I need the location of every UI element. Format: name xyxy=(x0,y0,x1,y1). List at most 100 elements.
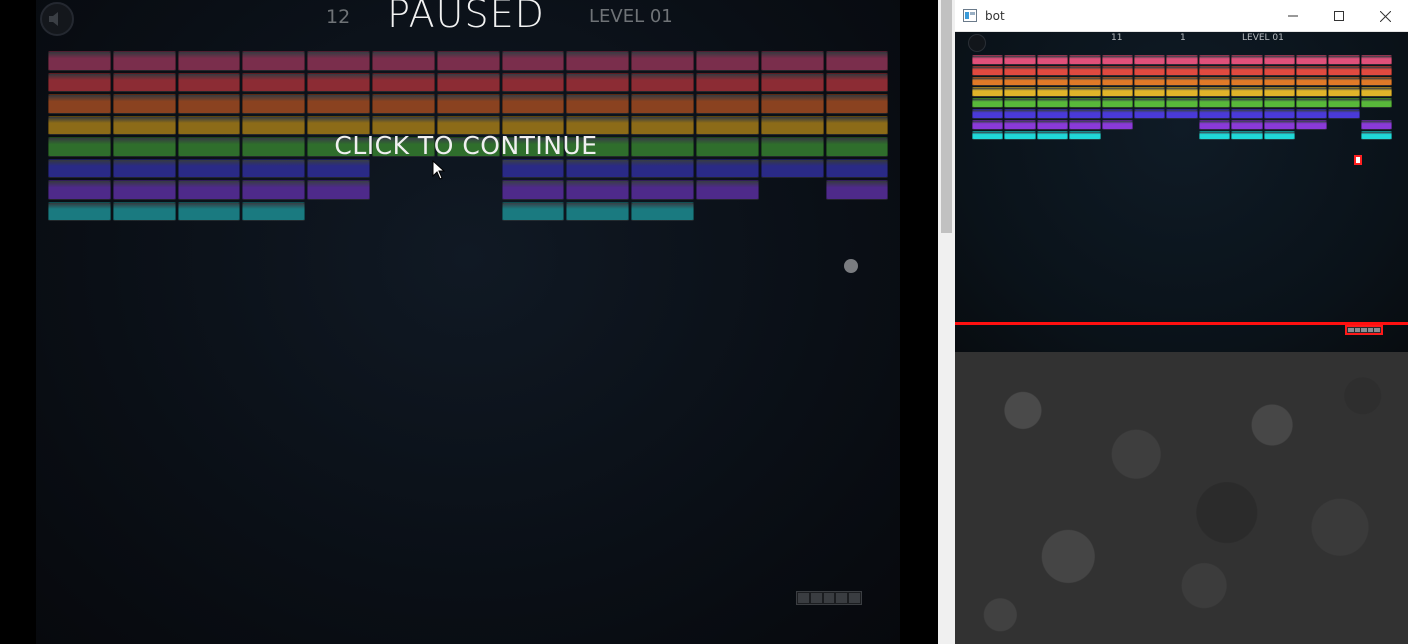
brick xyxy=(1069,65,1101,76)
brick xyxy=(972,65,1004,76)
brick xyxy=(1360,65,1393,76)
brick xyxy=(1231,55,1263,65)
brick xyxy=(501,72,565,92)
brick xyxy=(1069,98,1101,108)
brick xyxy=(631,115,694,135)
brick xyxy=(696,115,759,135)
detected-ball-box xyxy=(1354,155,1362,165)
window-title: bot xyxy=(985,9,1005,23)
brick xyxy=(436,94,500,114)
brick xyxy=(1069,119,1101,130)
brick xyxy=(48,94,111,114)
paddle-segment xyxy=(810,593,822,603)
app-window-icon xyxy=(963,9,977,22)
brick xyxy=(696,137,759,157)
brick xyxy=(631,72,694,92)
brick xyxy=(112,94,176,114)
brick xyxy=(760,137,824,157)
detection-line xyxy=(955,322,1408,325)
brick xyxy=(972,119,1004,130)
brick xyxy=(760,94,824,114)
brick xyxy=(696,180,759,200)
brick xyxy=(1036,87,1069,98)
brick xyxy=(1166,55,1198,65)
brick xyxy=(1263,76,1295,87)
brick xyxy=(760,158,824,178)
brick xyxy=(242,94,306,114)
brick xyxy=(1360,130,1393,141)
brick xyxy=(760,72,824,92)
brick xyxy=(242,72,306,92)
brick xyxy=(1134,98,1166,108)
brick xyxy=(1328,55,1360,65)
main-game-canvas[interactable]: 12 PAUSED LEVEL 01 CLICK TO CONTINUE xyxy=(36,0,900,644)
click-to-continue-prompt[interactable]: CLICK TO CONTINUE xyxy=(316,131,616,160)
brick xyxy=(1101,109,1133,119)
brick xyxy=(631,180,694,200)
close-icon xyxy=(1379,10,1391,22)
brick xyxy=(1296,55,1328,65)
paddle[interactable] xyxy=(796,591,862,605)
brick xyxy=(1360,76,1393,87)
brick xyxy=(372,72,435,92)
brick xyxy=(177,72,241,92)
paddle-segment xyxy=(1374,328,1380,332)
brick xyxy=(307,158,370,178)
brick xyxy=(696,94,759,114)
brick xyxy=(1101,98,1133,108)
brick xyxy=(825,180,889,200)
brick xyxy=(112,51,176,71)
minimize-button[interactable] xyxy=(1270,0,1316,32)
brick xyxy=(1004,119,1036,130)
brick xyxy=(436,72,500,92)
brick xyxy=(972,76,1004,87)
brick xyxy=(1036,55,1069,65)
brick xyxy=(825,94,889,114)
brick xyxy=(48,115,111,135)
brick xyxy=(972,55,1004,65)
brick xyxy=(242,201,306,221)
brick xyxy=(1166,109,1198,119)
close-button[interactable] xyxy=(1362,0,1408,32)
brick xyxy=(1036,65,1069,76)
brick xyxy=(501,51,565,71)
brick xyxy=(1198,76,1231,87)
brick xyxy=(1198,109,1231,119)
brick xyxy=(1296,109,1328,119)
brick xyxy=(972,130,1004,141)
brick xyxy=(1166,87,1198,98)
brick xyxy=(1263,98,1295,108)
paddle-segment xyxy=(836,593,848,603)
brick xyxy=(1101,65,1133,76)
brick xyxy=(566,94,630,114)
brick xyxy=(825,51,889,71)
brick xyxy=(566,201,630,221)
brick xyxy=(177,180,241,200)
brick xyxy=(1198,119,1231,130)
camera-capture-view xyxy=(955,352,1408,644)
brick xyxy=(242,180,306,200)
brick xyxy=(307,51,370,71)
brick-wall xyxy=(36,0,900,644)
brick xyxy=(1069,76,1101,87)
brick xyxy=(1004,76,1036,87)
maximize-button[interactable] xyxy=(1316,0,1362,32)
scrollbar-thumb[interactable] xyxy=(941,0,952,233)
brick xyxy=(631,51,694,71)
brick xyxy=(1231,98,1263,108)
brick xyxy=(1004,98,1036,108)
brick xyxy=(1101,119,1133,130)
brick xyxy=(1166,65,1198,76)
brick xyxy=(566,180,630,200)
brick xyxy=(1004,55,1036,65)
brick xyxy=(1360,87,1393,98)
brick xyxy=(1263,65,1295,76)
bot-window-titlebar[interactable]: bot xyxy=(955,0,1408,32)
paddle-segment xyxy=(849,593,860,603)
brick xyxy=(1036,109,1069,119)
brick xyxy=(696,158,759,178)
brick xyxy=(501,201,565,221)
brick xyxy=(1231,76,1263,87)
brick xyxy=(1069,109,1101,119)
brick xyxy=(1360,98,1393,108)
